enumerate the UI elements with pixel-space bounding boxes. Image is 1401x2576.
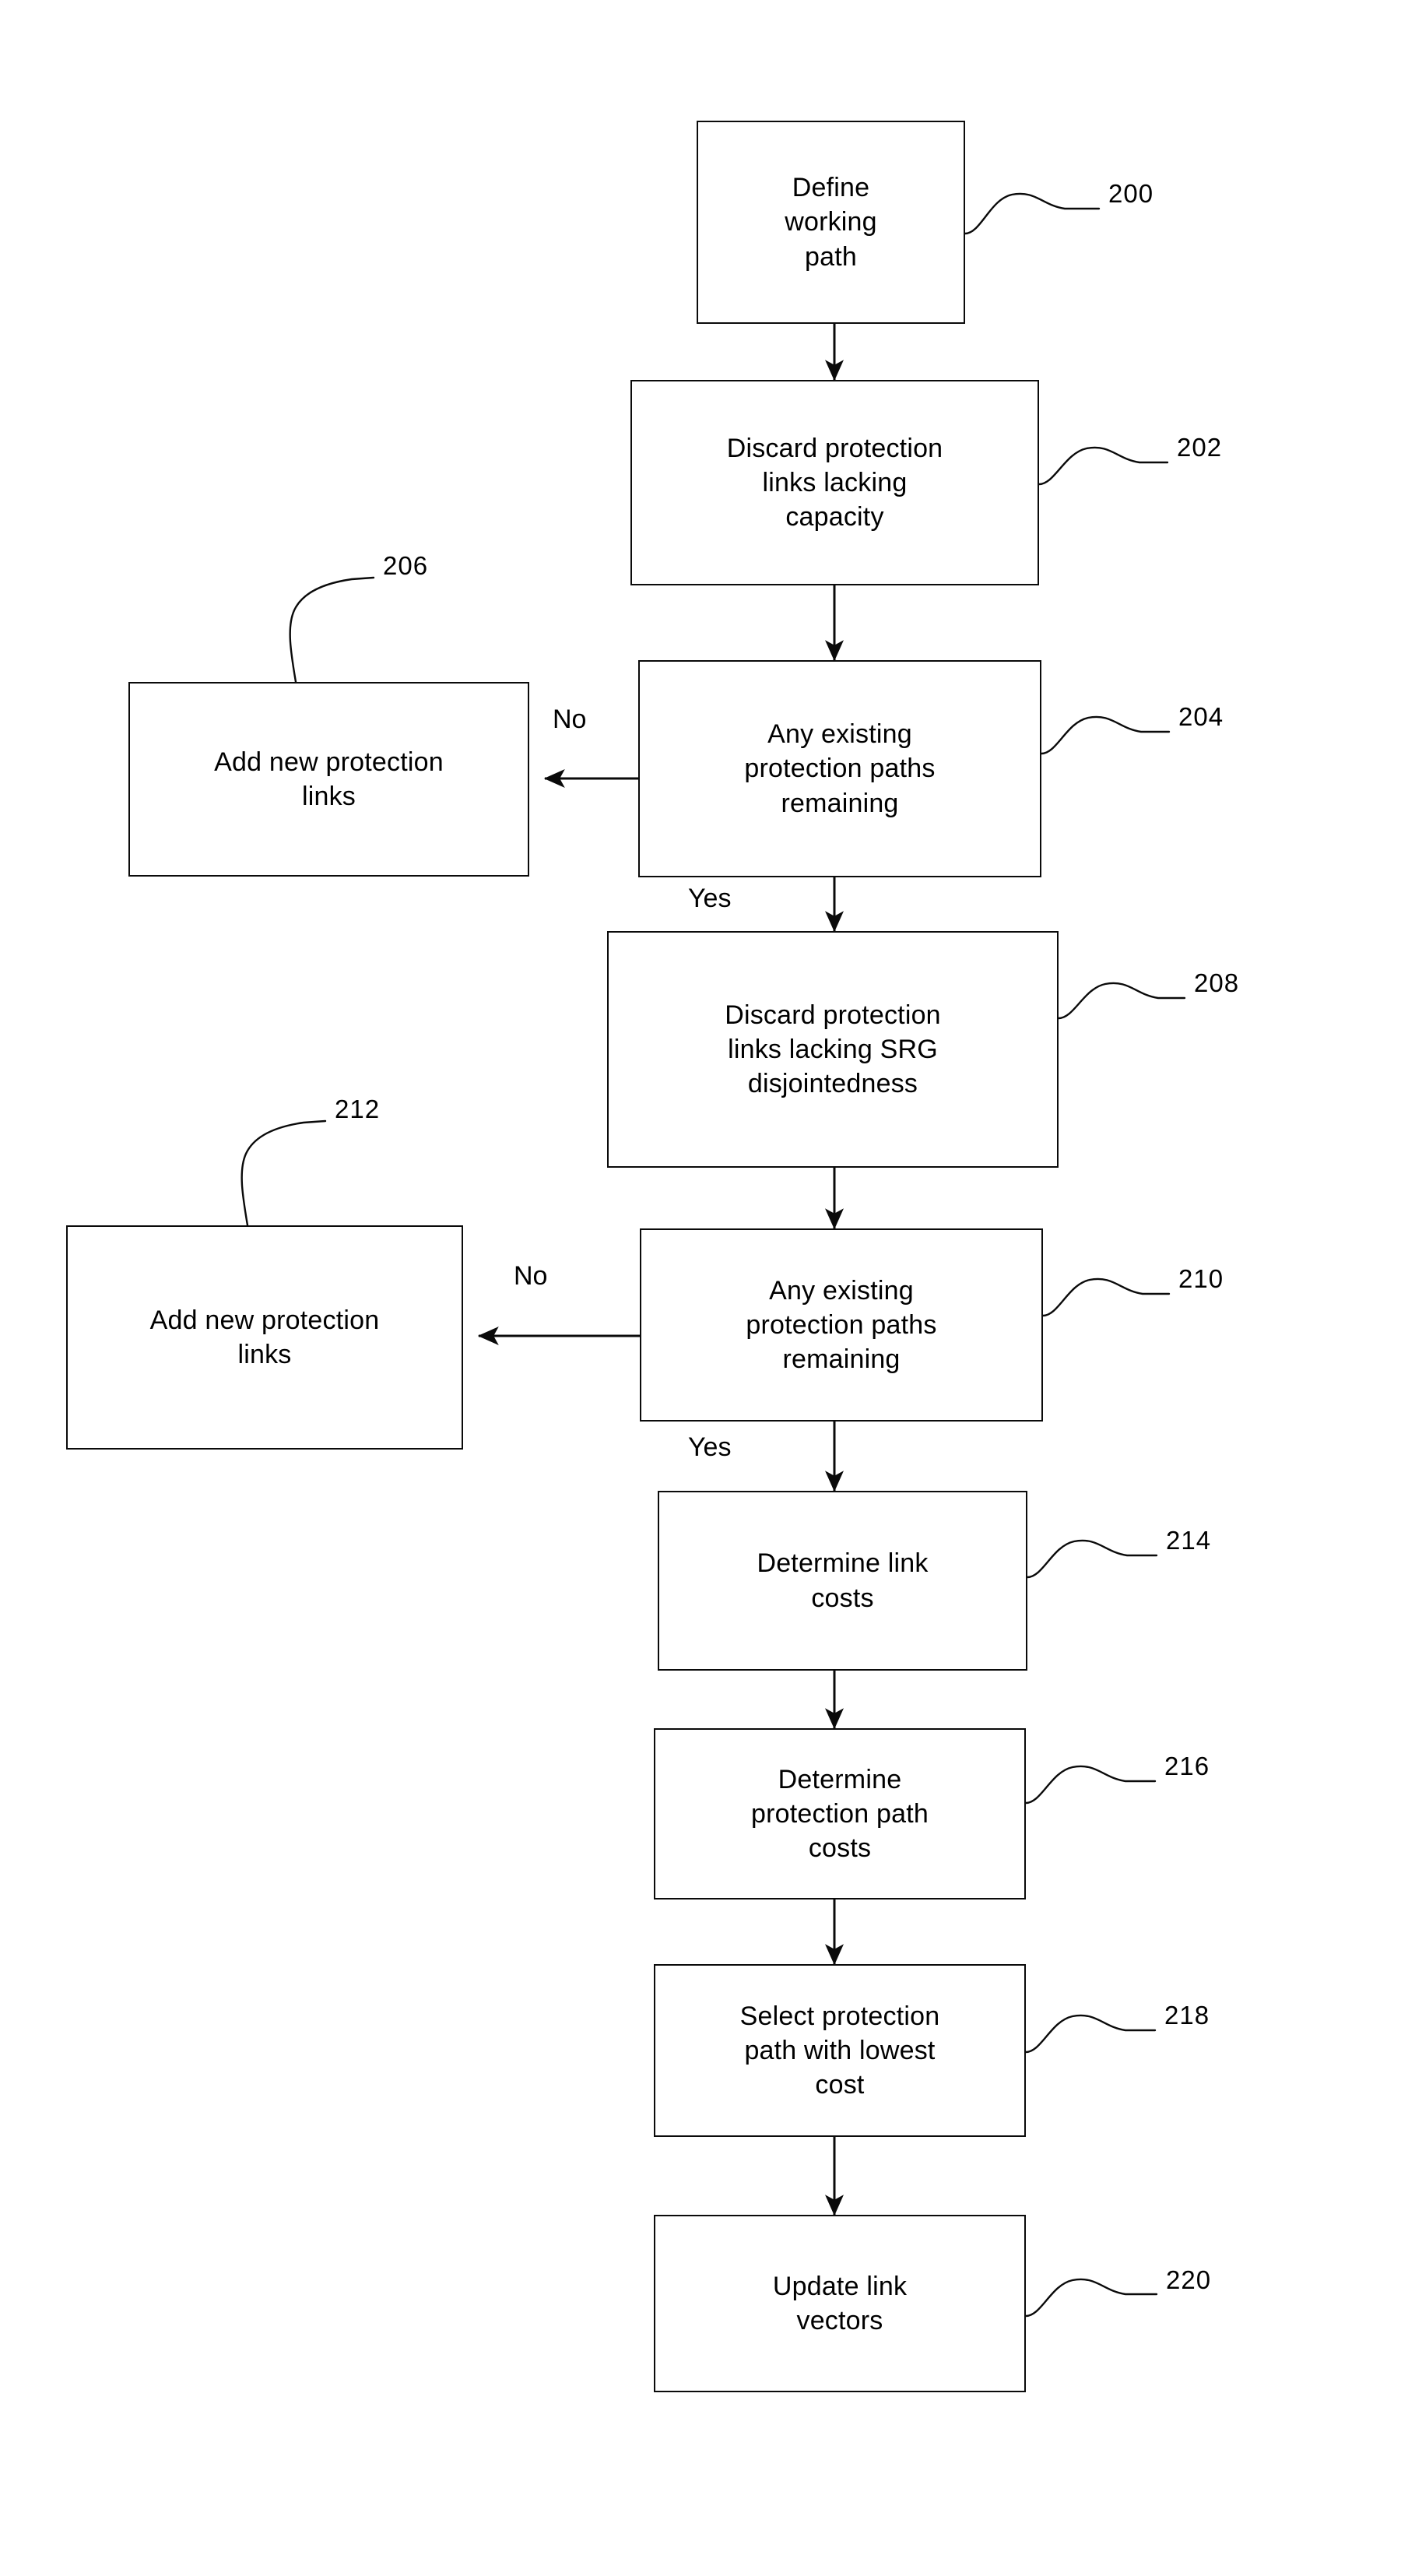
reference-numeral-200: 200 <box>1108 179 1154 208</box>
flow-node-label: Add new protection links <box>214 747 444 811</box>
flow-node-any-existing-protection-paths-remaining-2[interactable]: Any existing protection paths remaining <box>640 1228 1043 1422</box>
edge-label-yes-204: Yes <box>688 884 732 913</box>
flow-node-label: Any existing protection paths remaining <box>744 719 936 818</box>
edge-label-no-204: No <box>553 705 587 734</box>
flow-node-discard-links-lacking-capacity[interactable]: Discard protection links lacking capacit… <box>630 380 1039 585</box>
edge-label-yes-210: Yes <box>688 1432 732 1462</box>
flow-node-label: Any existing protection paths remaining <box>746 1275 937 1375</box>
reference-numeral-220: 220 <box>1166 2265 1212 2294</box>
flow-node-label: Determine protection path costs <box>751 1764 929 1864</box>
flow-node-add-new-protection-links-2[interactable]: Add new protection links <box>66 1225 463 1450</box>
flow-node-label: Define working path <box>785 173 877 272</box>
flow-node-determine-protection-path-costs[interactable]: Determine protection path costs <box>654 1728 1026 1899</box>
flow-node-label: Add new protection links <box>149 1305 380 1369</box>
flow-node-label: Select protection path with lowest cost <box>739 2001 940 2100</box>
reference-numeral-218: 218 <box>1164 2001 1210 2030</box>
flow-node-define-working-path[interactable]: Define working path <box>697 121 965 324</box>
flowchart-figure: Define working path Discard protection l… <box>0 0 1401 2576</box>
reference-numeral-214: 214 <box>1166 1526 1212 1555</box>
flow-node-any-existing-protection-paths-remaining-1[interactable]: Any existing protection paths remaining <box>638 660 1041 877</box>
flow-node-update-link-vectors[interactable]: Update link vectors <box>654 2215 1026 2392</box>
reference-numeral-204: 204 <box>1178 702 1224 731</box>
flow-node-add-new-protection-links-1[interactable]: Add new protection links <box>128 682 529 877</box>
flow-node-determine-link-costs[interactable]: Determine link costs <box>658 1491 1027 1671</box>
reference-numeral-216: 216 <box>1164 1752 1210 1780</box>
reference-numeral-210: 210 <box>1178 1264 1224 1293</box>
flow-node-label: Discard protection links lacking capacit… <box>726 433 943 532</box>
flow-node-label: Update link vectors <box>772 2271 908 2335</box>
flow-node-label: Determine link costs <box>757 1548 929 1613</box>
reference-numeral-208: 208 <box>1194 968 1240 997</box>
flow-node-label: Discard protection links lacking SRG dis… <box>725 1000 941 1099</box>
reference-numeral-202: 202 <box>1177 433 1223 462</box>
flow-node-discard-links-lacking-srg-disjointedness[interactable]: Discard protection links lacking SRG dis… <box>607 931 1059 1168</box>
flow-node-select-protection-path-lowest-cost[interactable]: Select protection path with lowest cost <box>654 1964 1026 2137</box>
reference-numeral-206: 206 <box>383 551 429 580</box>
reference-numeral-212: 212 <box>335 1095 381 1123</box>
edge-label-no-210: No <box>514 1261 548 1291</box>
